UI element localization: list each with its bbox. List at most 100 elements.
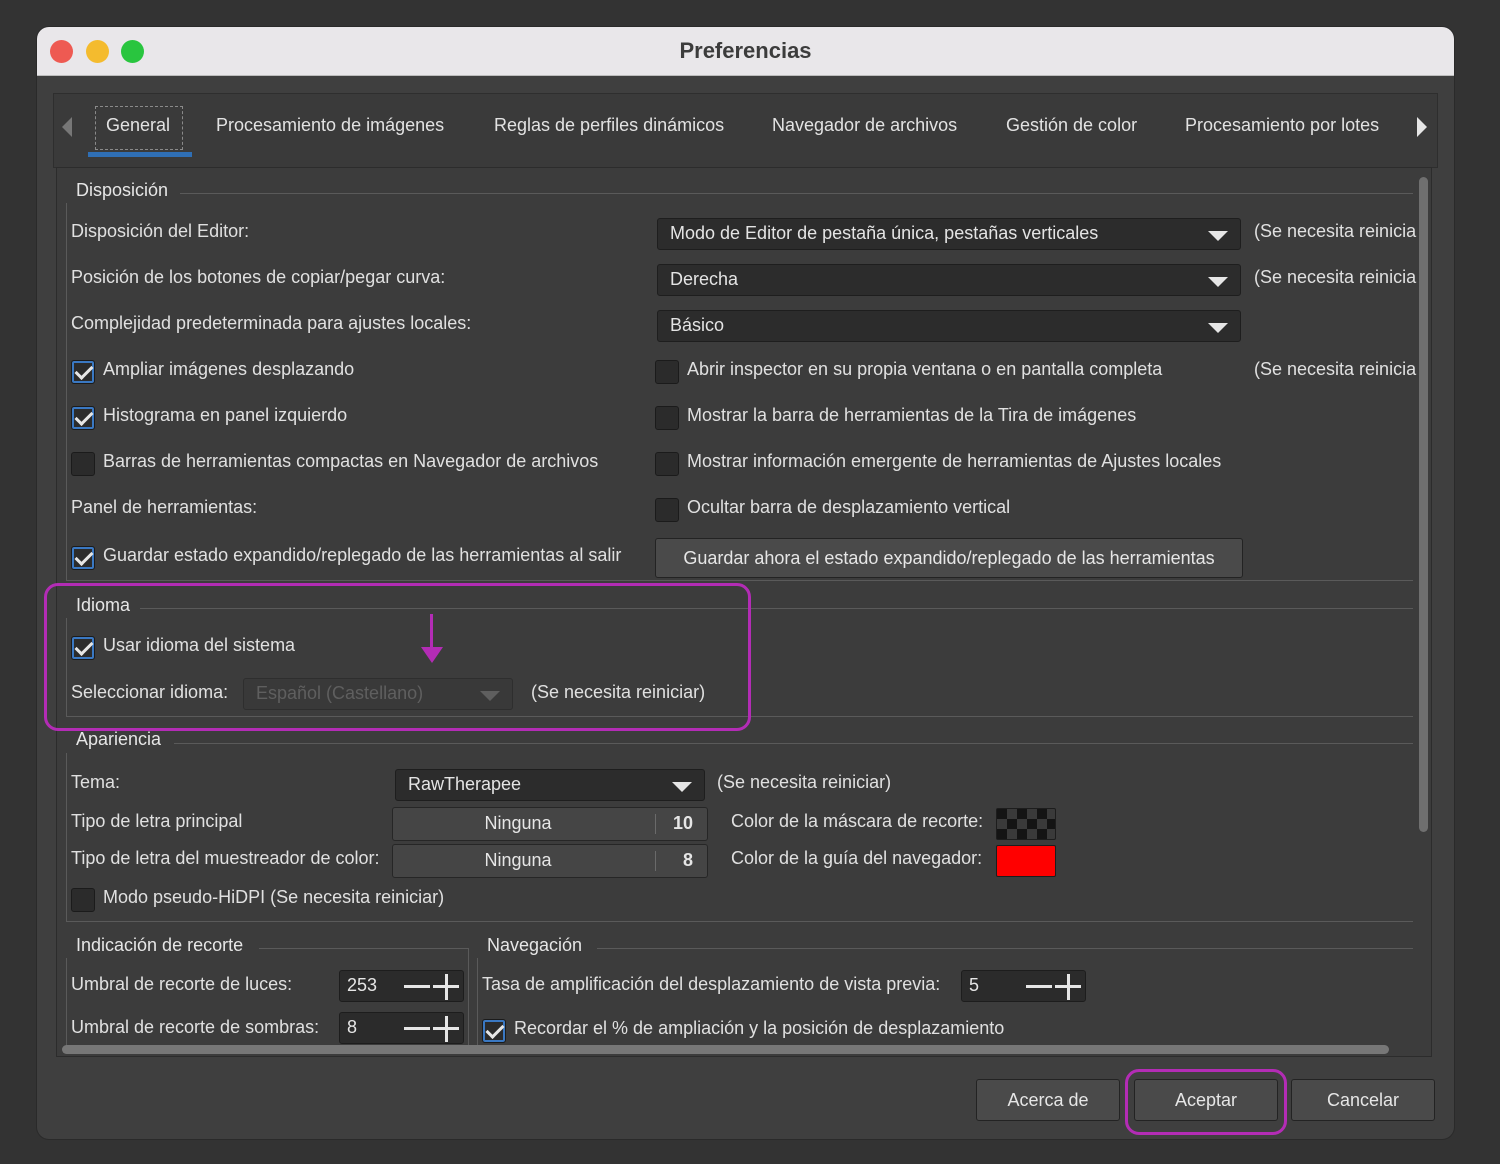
tab-general[interactable]: General — [106, 115, 170, 136]
about-button[interactable]: Acerca de — [976, 1079, 1120, 1121]
frame-border — [174, 743, 1413, 744]
pseudo-hidpi-label[interactable]: Modo pseudo-HiDPI (Se necesita reiniciar… — [103, 887, 444, 908]
save-expanded-label[interactable]: Guardar estado expandido/replegado de la… — [103, 545, 621, 566]
window-title: Preferencias — [679, 38, 812, 63]
minus-icon[interactable] — [404, 1027, 430, 1030]
chevron-down-icon — [672, 782, 692, 792]
chevron-down-icon — [1208, 323, 1228, 333]
clip-frame-title: Indicación de recorte — [76, 935, 244, 955]
crop-mask-color-swatch[interactable] — [996, 808, 1056, 840]
language-highlight-box — [44, 583, 751, 731]
picker-font-label: Tipo de letra del muestreador de color: — [71, 848, 380, 868]
main-font-label: Tipo de letra principal — [71, 811, 243, 831]
frame-border — [66, 203, 67, 580]
hide-vscroll-label[interactable]: Ocultar barra de desplazamiento vertical — [687, 497, 1010, 518]
preferences-window: Preferencias General Procesamiento de im… — [37, 27, 1454, 1139]
title-bar[interactable]: Preferencias — [37, 27, 1454, 76]
theme-label: Tema: — [71, 772, 121, 792]
compact-toolbars-checkbox[interactable] — [71, 452, 95, 476]
crop-mask-color-label: Color de la máscara de recorte: — [731, 811, 984, 831]
vertical-scrollbar[interactable] — [1419, 177, 1428, 832]
restart-note: (Se necesita reinicia — [1254, 267, 1417, 287]
frame-border — [66, 580, 1413, 581]
picker-font-name: Ninguna — [484, 850, 552, 870]
scroll-rate-value: 5 — [969, 975, 980, 995]
hide-vscroll-checkbox[interactable] — [655, 498, 679, 522]
histogram-left-checkbox[interactable] — [71, 406, 95, 430]
tab-scroll-right-icon[interactable] — [1417, 117, 1427, 137]
tab-image-processing[interactable]: Procesamiento de imágenes — [216, 115, 444, 136]
local-complexity-value: Básico — [670, 315, 725, 335]
theme-value: RawTherapee — [408, 774, 522, 794]
chevron-down-icon — [1208, 231, 1228, 241]
restart-note: (Se necesita reiniciar) — [717, 772, 892, 792]
tab-batch-processing[interactable]: Procesamiento por lotes — [1185, 115, 1379, 136]
font-size-separator — [655, 851, 656, 871]
highlights-threshold-value: 253 — [347, 975, 378, 995]
cancel-button[interactable]: Cancelar — [1291, 1079, 1435, 1121]
theme-combo[interactable]: RawTherapee — [395, 769, 705, 801]
filmstrip-toolbar-checkbox[interactable] — [655, 406, 679, 430]
tab-dynamic-profile-rules[interactable]: Reglas de perfiles dinámicos — [494, 115, 724, 136]
tab-file-browser[interactable]: Navegador de archivos — [772, 115, 957, 136]
remember-zoom-checkbox[interactable] — [482, 1019, 506, 1043]
nav-guide-color-label: Color de la guía del navegador: — [731, 848, 983, 868]
histogram-left-label[interactable]: Histograma en panel izquierdo — [103, 405, 347, 426]
plus-icon[interactable] — [445, 974, 448, 1000]
frame-border — [468, 948, 469, 1048]
remember-zoom-label[interactable]: Recordar el % de ampliación y la posició… — [514, 1018, 1004, 1039]
local-tooltips-checkbox[interactable] — [655, 452, 679, 476]
chevron-down-icon — [1208, 277, 1228, 287]
nav-guide-color-swatch[interactable] — [996, 845, 1056, 877]
plus-icon[interactable] — [1067, 974, 1070, 1000]
tab-scroll-left-icon[interactable] — [62, 117, 72, 137]
main-font-button[interactable]: Ninguna 10 — [392, 807, 708, 841]
accept-highlight-box — [1125, 1069, 1287, 1135]
arrow-down-icon — [421, 647, 443, 663]
shadows-threshold-spin[interactable]: 8 — [339, 1012, 464, 1044]
zoom-scroll-checkbox[interactable] — [71, 360, 95, 384]
zoom-scroll-label[interactable]: Ampliar imágenes desplazando — [103, 359, 354, 380]
save-expanded-checkbox[interactable] — [71, 546, 95, 570]
filmstrip-toolbar-label[interactable]: Mostrar la barra de herramientas de la T… — [687, 405, 1136, 426]
picker-font-button[interactable]: Ninguna 8 — [392, 844, 708, 878]
frame-border — [66, 921, 1413, 922]
tab-color-management[interactable]: Gestión de color — [1006, 115, 1137, 136]
editor-layout-combo[interactable]: Modo de Editor de pestaña única, pestaña… — [657, 218, 1241, 250]
pseudo-hidpi-checkbox[interactable] — [71, 888, 95, 912]
main-font-size: 10 — [672, 813, 693, 833]
horizontal-scrollbar[interactable] — [62, 1045, 1389, 1054]
tool-panel-label: Panel de herramientas: — [71, 497, 258, 517]
shadows-threshold-label: Umbral de recorte de sombras: — [71, 1017, 320, 1037]
tab-selected-indicator — [88, 152, 192, 157]
scroll-rate-spin[interactable]: 5 — [961, 970, 1086, 1002]
frame-border — [259, 948, 468, 949]
minus-icon[interactable] — [1026, 985, 1052, 988]
main-font-name: Ninguna — [484, 813, 552, 833]
save-expanded-now-button[interactable]: Guardar ahora el estado expandido/repleg… — [655, 538, 1243, 578]
shadows-threshold-value: 8 — [347, 1017, 358, 1037]
font-size-separator — [655, 814, 656, 834]
frame-border — [66, 958, 67, 1048]
local-tooltips-label[interactable]: Mostrar información emergente de herrami… — [687, 451, 1221, 472]
inspector-window-checkbox[interactable] — [655, 360, 679, 384]
restart-note: (Se necesita reinicia — [1254, 359, 1417, 379]
layout-frame-title: Disposición — [76, 180, 169, 200]
curve-buttons-value: Derecha — [670, 269, 739, 289]
plus-icon[interactable] — [445, 1016, 448, 1042]
local-complexity-combo[interactable]: Básico — [657, 310, 1241, 342]
navigation-frame-title: Navegación — [487, 935, 583, 955]
frame-border — [66, 753, 67, 921]
scroll-rate-label: Tasa de amplificación del desplazamiento… — [482, 974, 941, 994]
curve-buttons-combo[interactable]: Derecha — [657, 264, 1241, 296]
restart-note: (Se necesita reinicia — [1254, 221, 1417, 241]
compact-toolbars-label[interactable]: Barras de herramientas compactas en Nave… — [103, 451, 598, 472]
inspector-window-label[interactable]: Abrir inspector en su propia ventana o e… — [687, 359, 1162, 380]
highlights-threshold-spin[interactable]: 253 — [339, 970, 464, 1002]
frame-border — [180, 193, 1413, 194]
curve-buttons-label: Posición de los botones de copiar/pegar … — [71, 267, 446, 287]
local-complexity-label: Complejidad predeterminada para ajustes … — [71, 313, 472, 333]
minus-icon[interactable] — [404, 985, 430, 988]
highlights-threshold-label: Umbral de recorte de luces: — [71, 974, 293, 994]
editor-layout-label: Disposición del Editor: — [71, 221, 250, 241]
